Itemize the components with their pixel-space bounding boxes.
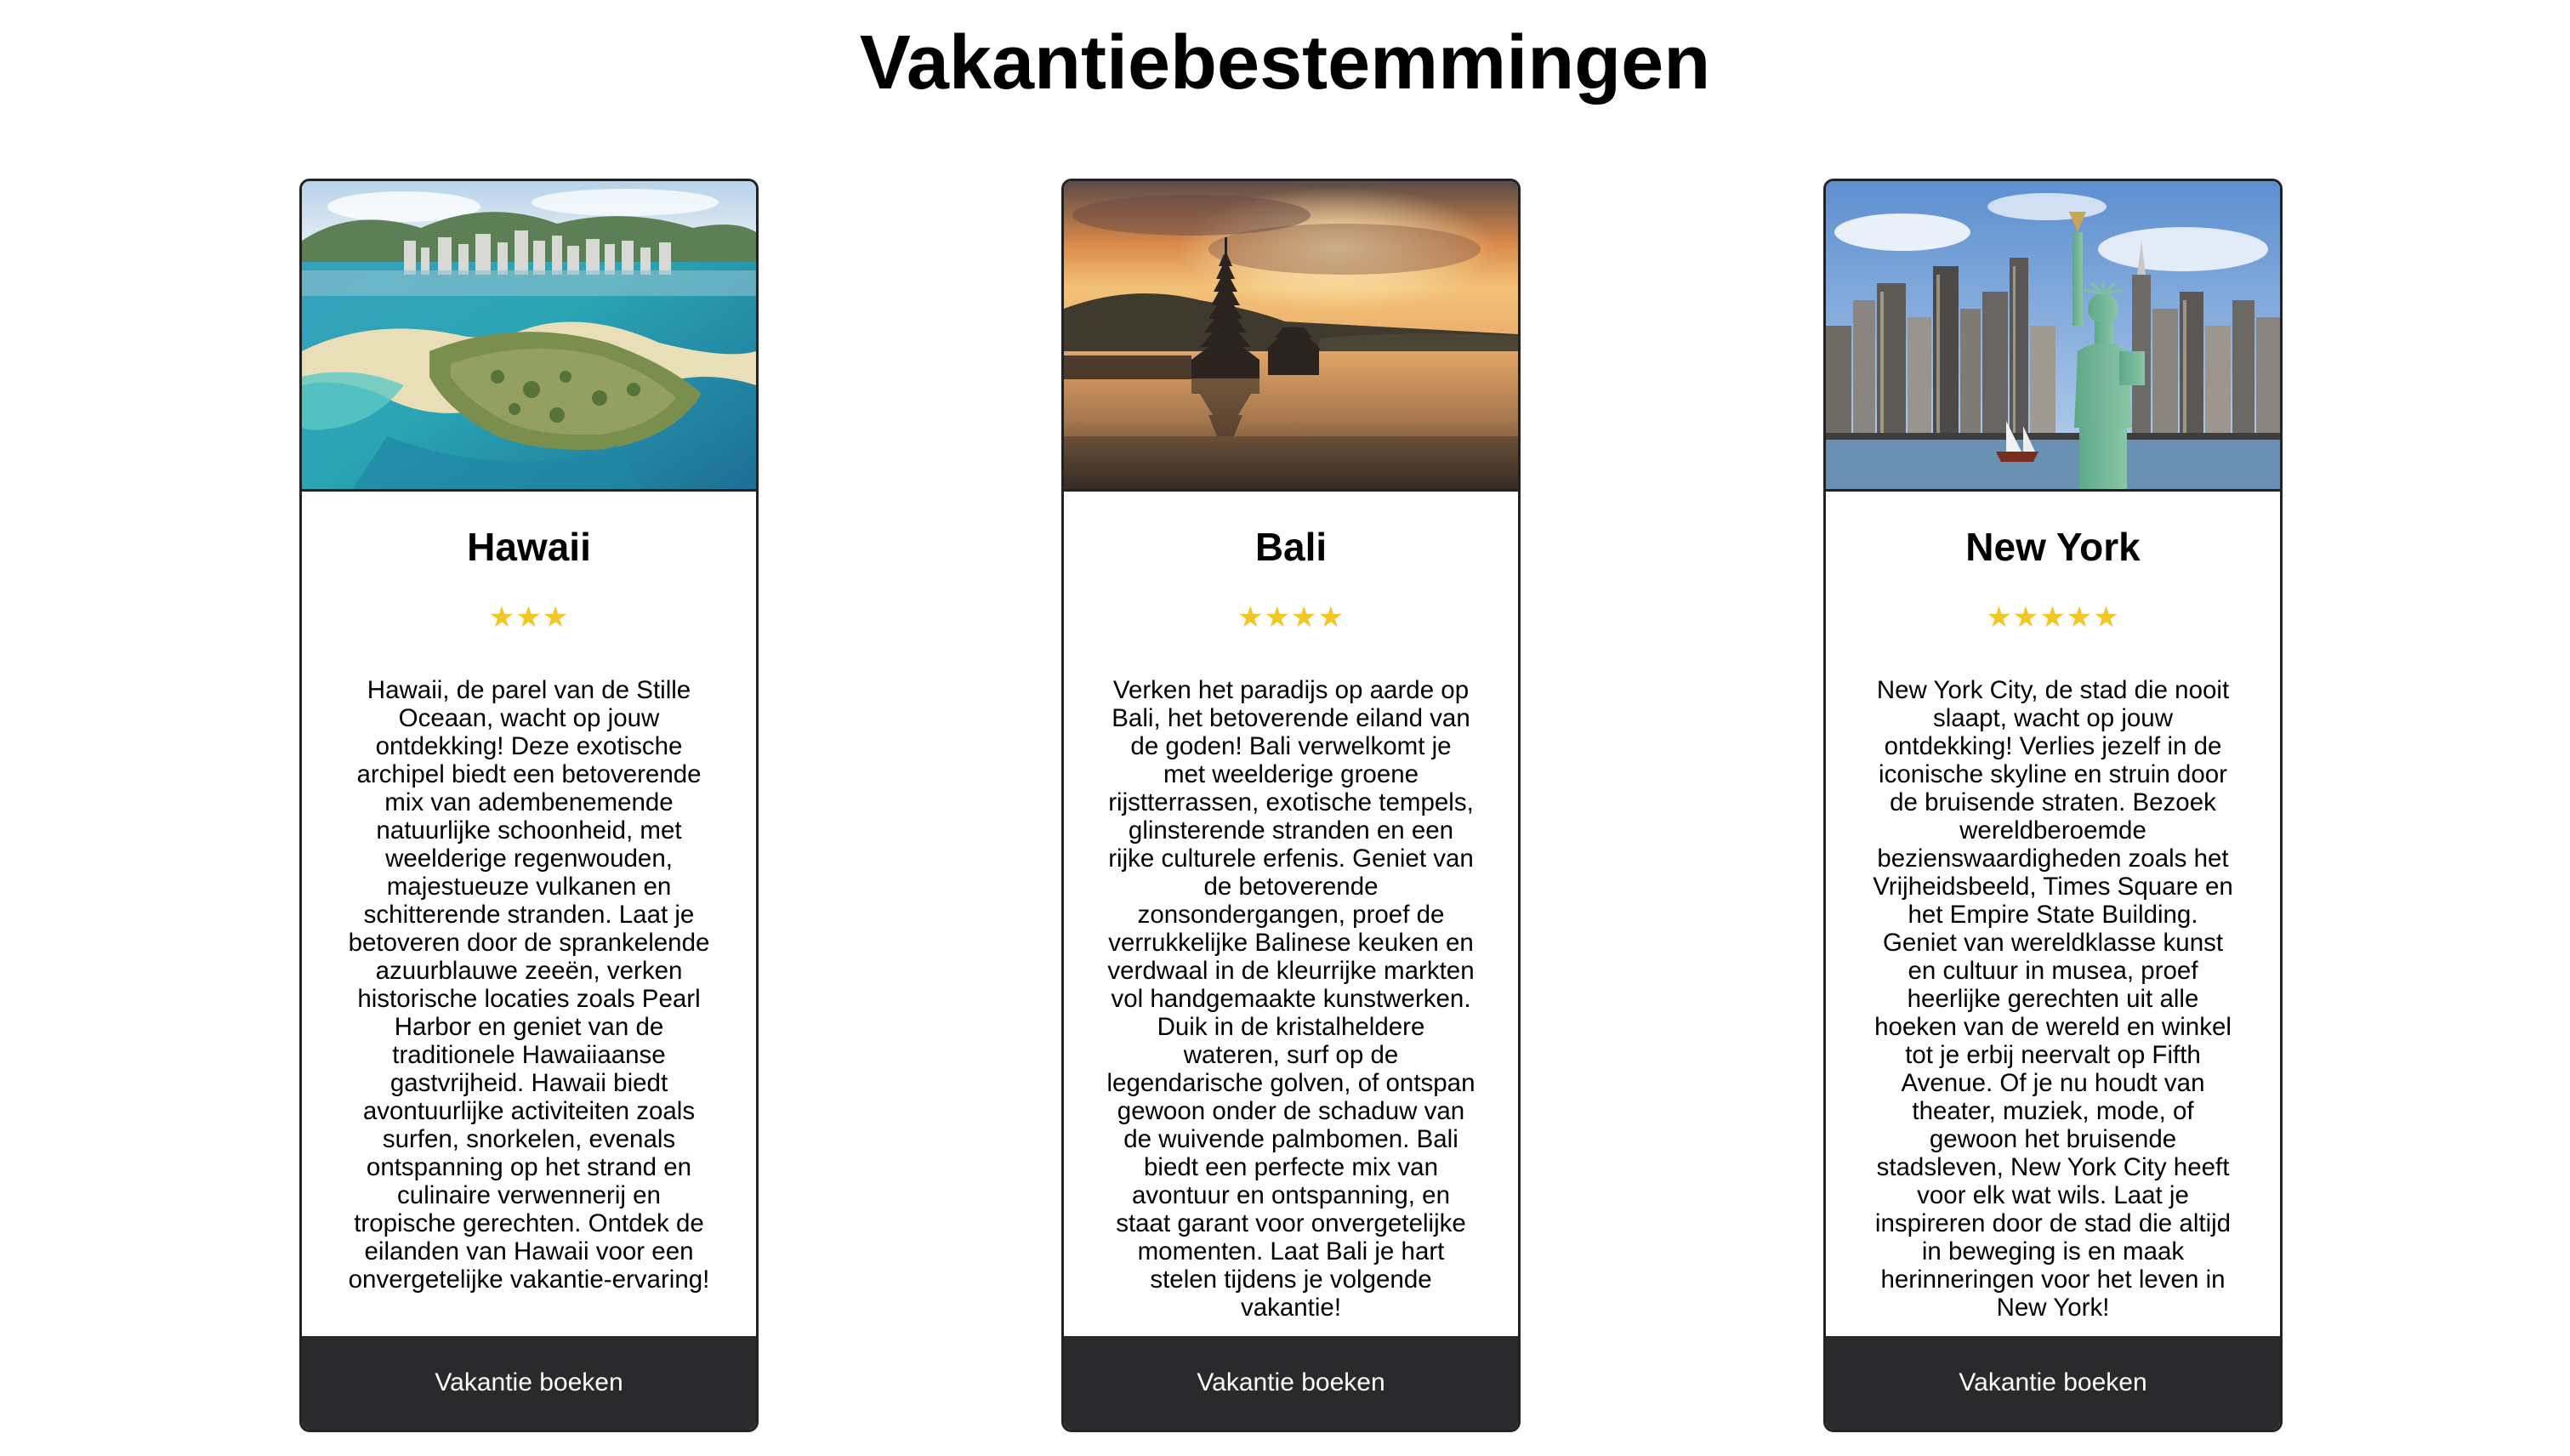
destination-card-bali: Bali ★★★★ Verken het paradijs op aarde o…: [1061, 179, 1521, 1432]
book-vacation-button[interactable]: Vakantie boeken: [1826, 1336, 2280, 1430]
bali-photo: [1064, 181, 1518, 489]
star-rating: ★★★★★: [1986, 600, 2120, 634]
destination-description: Verken het paradijs op aarde op Bali, he…: [1106, 676, 1475, 1322]
destination-title: Hawaii: [467, 525, 591, 569]
destination-image-hawaii: [302, 181, 756, 492]
destination-image-new-york: [1826, 181, 2280, 492]
destination-image-bali: [1064, 181, 1518, 492]
book-vacation-button[interactable]: Vakantie boeken: [302, 1336, 756, 1430]
destination-description: New York City, de stad die nooit slaapt,…: [1873, 676, 2233, 1322]
destination-title: Bali: [1254, 525, 1328, 569]
page-title: Vakantiebestemmingen: [859, 20, 1711, 105]
book-vacation-button[interactable]: Vakantie boeken: [1064, 1336, 1518, 1430]
hawaii-photo: [302, 181, 756, 489]
destination-card-hawaii: Hawaii ★★★ Hawaii, de parel van de Still…: [299, 179, 759, 1432]
destination-card-new-york: New York ★★★★★ New York City, de stad di…: [1823, 179, 2283, 1432]
destination-description: Hawaii, de parel van de Stille Oceaan, w…: [348, 676, 710, 1294]
star-rating: ★★★: [488, 600, 570, 634]
destination-title: New York: [1965, 525, 2141, 569]
star-rating: ★★★★: [1237, 600, 1345, 634]
new-york-photo: [1826, 181, 2280, 489]
